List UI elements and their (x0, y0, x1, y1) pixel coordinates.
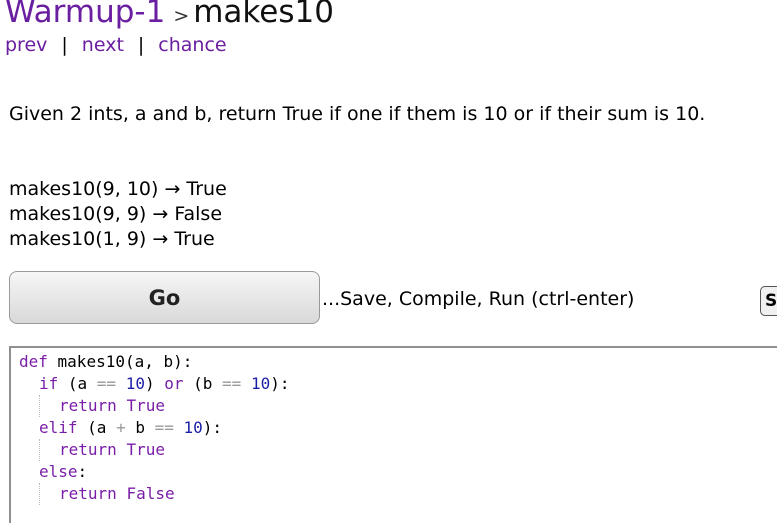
page: Warmup-1 > makes10 prev | next | chance Given … (0, 0, 777, 523)
indent-guide (19, 373, 39, 395)
code-token: + (116, 418, 126, 437)
example-item: makes10(9, 9) → False (9, 203, 223, 225)
indent-guide (39, 395, 59, 417)
code-line: else: (19, 461, 289, 483)
problem-prompt: Given 2 ints, a and b, return True if on… (9, 103, 706, 125)
indent-guide (19, 417, 39, 439)
code-token: return (59, 396, 117, 415)
prev-link[interactable]: prev (5, 34, 47, 56)
examples-list: makes10(9, 10) → True makes10(9, 9) → Fa… (9, 177, 227, 252)
code-token: (a (77, 418, 117, 437)
code-token: ): (202, 418, 223, 437)
section-link[interactable]: Warmup-1 (5, 0, 165, 30)
code-token: False (126, 484, 175, 503)
problem-title: makes10 (193, 0, 334, 30)
code-token: (a (58, 374, 97, 393)
indent-guide (39, 483, 59, 505)
code-token: makes10(a, b): (47, 352, 193, 371)
code-line: if (a == 10) or (b == 10): (19, 373, 289, 395)
code-token: if (39, 374, 59, 393)
code-token: : (77, 462, 88, 481)
run-hint: ...Save, Compile, Run (ctrl-enter) (322, 288, 635, 310)
code-token: 10 (183, 418, 203, 437)
code-line: def makes10(a, b): (19, 351, 289, 373)
code-token: True (126, 396, 165, 415)
breadcrumb-separator: > (173, 5, 190, 27)
problem-nav: prev | next | chance (5, 34, 227, 56)
indent-guide (19, 461, 39, 483)
code-line: return False (19, 483, 289, 505)
code-token: return (59, 484, 117, 503)
indent-guide (19, 439, 39, 461)
code-token: elif (39, 418, 78, 437)
code-token: == (222, 374, 242, 393)
code-token: return (59, 440, 117, 459)
code-token: 10 (125, 374, 145, 393)
code-token: or (164, 374, 184, 393)
example-item: makes10(1, 9) → True (9, 228, 215, 250)
indent-guide (39, 439, 59, 461)
code-token: 10 (250, 374, 271, 393)
code-editor[interactable]: def makes10(a, b): if (a == 10) or (b == … (9, 346, 777, 523)
code-token: True (126, 440, 165, 459)
code-line: return True (19, 439, 289, 461)
code-text: def makes10(a, b): if (a == 10) or (b == … (19, 351, 289, 505)
side-button[interactable]: S (760, 286, 777, 316)
code-token: else (39, 462, 78, 481)
code-token: def (19, 352, 48, 371)
indent-guide (19, 483, 39, 505)
next-link[interactable]: next (82, 34, 124, 56)
code-token: ) (144, 374, 165, 393)
code-line: elif (a + b == 10): (19, 417, 289, 439)
code-token: ): (270, 374, 290, 393)
indent-guide (19, 395, 39, 417)
chance-link[interactable]: chance (158, 34, 226, 56)
code-line: return True (19, 395, 289, 417)
code-token: == (96, 374, 117, 393)
go-button[interactable]: Go (9, 271, 320, 324)
example-item: makes10(9, 10) → True (9, 178, 227, 200)
code-token: (b (183, 374, 223, 393)
code-token: == (154, 418, 174, 437)
page-title: Warmup-1 > makes10 (5, 0, 334, 34)
nav-separator: | (61, 34, 68, 56)
code-token: b (125, 418, 155, 437)
nav-separator: | (137, 34, 145, 56)
